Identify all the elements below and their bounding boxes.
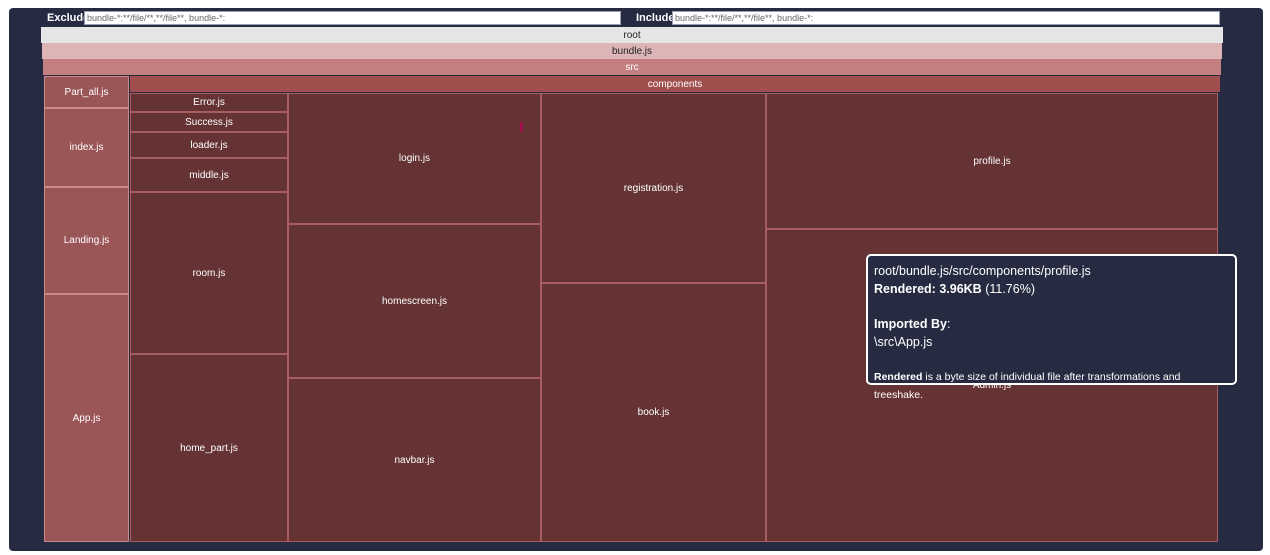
- tooltip-rendered-value: 3.96KB: [939, 282, 982, 296]
- exclude-input[interactable]: [84, 11, 621, 25]
- tooltip-imported-by-colon: :: [946, 317, 951, 331]
- tooltip-rendered-label: Rendered:: [874, 282, 936, 296]
- node-profile[interactable]: profile.js: [766, 93, 1218, 229]
- node-part-all[interactable]: Part_all.js: [44, 76, 129, 108]
- include-label: Include: [636, 12, 675, 24]
- node-navbar[interactable]: navbar.js: [288, 378, 541, 542]
- node-tooltip: root/bundle.js/src/components/profile.js…: [866, 254, 1237, 401]
- node-login[interactable]: login.js: [288, 93, 541, 224]
- tooltip-rendered-percent: (11.76%): [985, 282, 1035, 296]
- node-room[interactable]: room.js: [130, 192, 288, 354]
- small-file-marker[interactable]: [520, 122, 523, 132]
- node-landing[interactable]: Landing.js: [44, 187, 129, 294]
- node-error[interactable]: Error.js: [130, 93, 288, 112]
- tooltip-imported-by: Imported By:: [874, 315, 1229, 333]
- node-homescreen[interactable]: homescreen.js: [288, 224, 541, 378]
- node-src[interactable]: src: [43, 59, 1221, 75]
- node-index[interactable]: index.js: [44, 108, 129, 187]
- include-input[interactable]: [672, 11, 1220, 25]
- node-components[interactable]: components: [130, 76, 1220, 92]
- treemap-app: Exclude Include root bundle.js src compo…: [9, 8, 1263, 551]
- tooltip-path: root/bundle.js/src/components/profile.js: [874, 264, 1091, 278]
- tooltip-imported-by-label: Imported By: [874, 317, 947, 331]
- exclude-label: Exclude: [47, 12, 90, 24]
- node-home-part[interactable]: home_part.js: [130, 354, 288, 542]
- node-root[interactable]: root: [41, 27, 1223, 43]
- tooltip-imported-by-value: \src\App.js: [874, 335, 933, 349]
- tooltip-rendered: Rendered: 3.96KB (11.76%): [874, 280, 1229, 298]
- node-bundle[interactable]: bundle.js: [42, 43, 1222, 59]
- node-book[interactable]: book.js: [541, 283, 766, 542]
- node-middle[interactable]: middle.js: [130, 158, 288, 192]
- tooltip-note-bold: Rendered: [874, 371, 923, 383]
- tooltip-note: Rendered is a byte size of individual fi…: [874, 368, 1229, 404]
- node-loader[interactable]: loader.js: [130, 132, 288, 158]
- node-success[interactable]: Success.js: [130, 112, 288, 132]
- node-app[interactable]: App.js: [44, 294, 129, 542]
- node-registration[interactable]: registration.js: [541, 93, 766, 283]
